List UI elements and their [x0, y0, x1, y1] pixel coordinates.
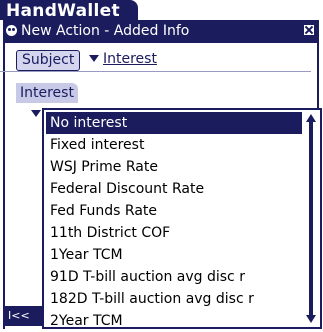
divider [0, 71, 311, 72]
scroll-up-arrow-icon[interactable] [306, 114, 316, 122]
dialog-title: New Action - Added Info [21, 23, 190, 39]
list-item[interactable]: No interest [46, 112, 302, 134]
close-icon[interactable] [303, 24, 315, 36]
app-icon [6, 25, 17, 36]
list-item[interactable]: Federal Discount Rate [46, 178, 302, 200]
dialog-titlebar: New Action - Added Info [3, 20, 319, 43]
list-item[interactable]: 91D T-bill auction avg disc r [46, 266, 302, 288]
dropdown-triangle-icon [31, 110, 41, 117]
app-title-bar: HandWallet [0, 0, 323, 21]
list-item[interactable]: 1Year TCM [46, 244, 302, 266]
subject-value: Interest [103, 51, 157, 67]
scrollbar[interactable] [304, 112, 318, 325]
scroll-down-arrow-icon[interactable] [306, 315, 316, 323]
app-title: HandWallet [6, 1, 120, 21]
subject-popup-trigger[interactable]: Interest [87, 50, 157, 69]
list-item[interactable]: 182D T-bill auction avg disc r [46, 288, 302, 310]
first-record-button[interactable]: I<< [3, 306, 43, 326]
interest-popup-list: No interest Fixed interest WSJ Prime Rate F… [42, 108, 322, 329]
list-item[interactable]: Fixed interest [46, 134, 302, 156]
app-title-tab: HandWallet [0, 0, 138, 21]
list-item[interactable]: WSJ Prime Rate [46, 156, 302, 178]
list-item[interactable]: 11th District COF [46, 222, 302, 244]
list-item[interactable]: Fed Funds Rate [46, 200, 302, 222]
section-label-interest: Interest [16, 83, 78, 103]
scroll-track[interactable] [309, 122, 313, 315]
dropdown-triangle-icon [89, 54, 99, 62]
subject-button[interactable]: Subject [16, 50, 81, 71]
